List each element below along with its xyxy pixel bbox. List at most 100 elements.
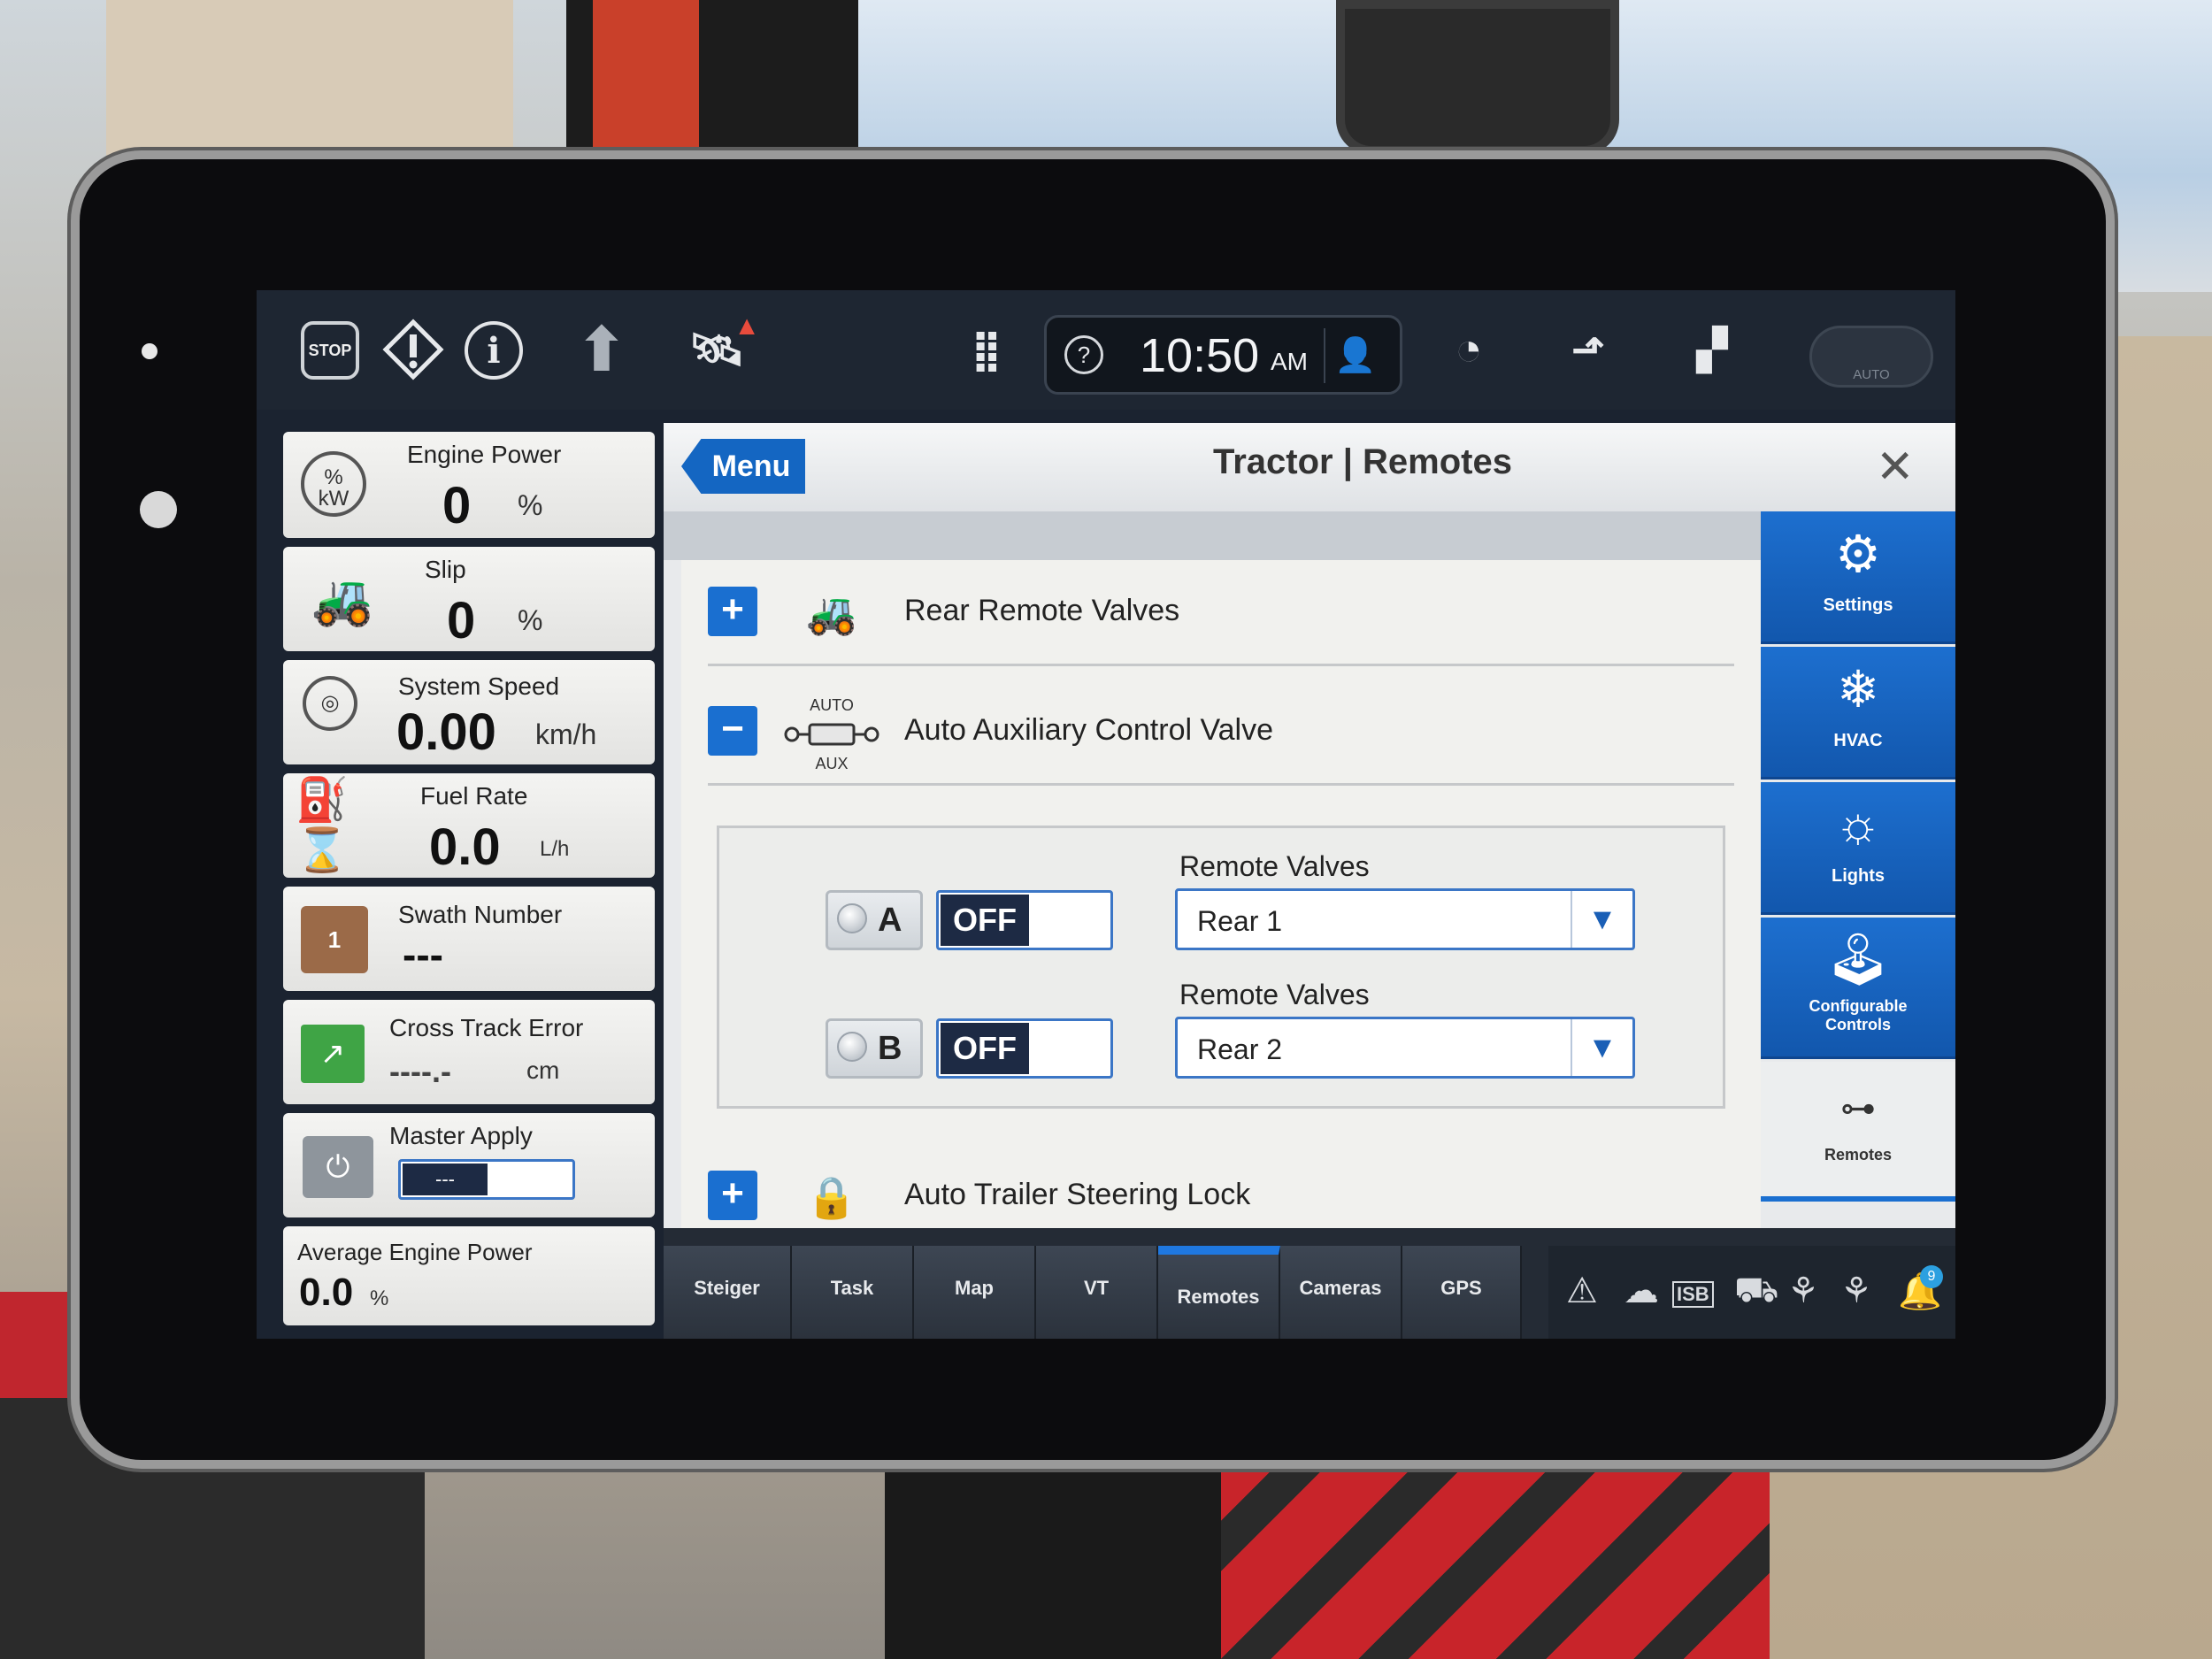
row-rear-remote-valves: + 🚜 Rear Remote Valves bbox=[708, 560, 1734, 666]
valve-letter: B bbox=[878, 1030, 902, 1067]
expand-button[interactable]: + bbox=[708, 1171, 757, 1220]
valve-a-toggle[interactable]: OFF bbox=[936, 890, 1113, 950]
widget-system-speed[interactable]: ◎ System Speed 0.00 km/h bbox=[283, 660, 655, 764]
trailer-lock-icon: 🔒 bbox=[806, 1174, 857, 1220]
widget-title: Fuel Rate bbox=[420, 782, 528, 810]
sidenav-label: Remotes bbox=[1824, 1146, 1893, 1164]
tab-steiger[interactable]: Steiger bbox=[664, 1246, 792, 1339]
help-icon[interactable]: ? bbox=[1064, 335, 1103, 374]
chevron-down-icon: ▼ bbox=[1571, 1019, 1632, 1076]
turn-sequence-icon[interactable]: ⬏ bbox=[1548, 319, 1628, 380]
tab-remotes[interactable]: Remotes bbox=[1158, 1246, 1280, 1339]
valve-letter: A bbox=[878, 902, 902, 939]
row-label: Rear Remote Valves bbox=[904, 594, 1180, 627]
sidenav-label: Configurable Controls bbox=[1809, 997, 1908, 1033]
master-apply-toggle[interactable]: --- bbox=[398, 1159, 575, 1200]
valve-b-indicator: B bbox=[826, 1018, 923, 1079]
master-apply-icon: ⏻ bbox=[303, 1136, 373, 1198]
isobus-icon[interactable]: ISB bbox=[1672, 1281, 1714, 1308]
section-control-icon[interactable]: ⚘ bbox=[1787, 1271, 1819, 1311]
close-icon[interactable]: ✕ bbox=[1876, 441, 1915, 494]
widget-title: Average Engine Power bbox=[297, 1239, 533, 1265]
selected-value: Rear 1 bbox=[1197, 905, 1283, 937]
tab-gps[interactable]: GPS bbox=[1402, 1246, 1522, 1339]
widget-average-engine-power[interactable]: Average Engine Power 0.0 % bbox=[283, 1226, 655, 1325]
widget-unit: % bbox=[370, 1286, 389, 1310]
run-screen-widgets: % kW Engine Power 0 % 🚜 Slip 0 % ◎ Syste… bbox=[283, 432, 655, 1325]
auto-steer-button[interactable]: AUTO bbox=[1809, 326, 1933, 388]
sidenav-remotes[interactable]: ⊶ Remotes bbox=[1761, 1062, 1955, 1202]
cross-track-icon: ↗ bbox=[301, 1025, 365, 1083]
warning-diamond-icon[interactable] bbox=[380, 319, 446, 380]
widget-engine-power[interactable]: % kW Engine Power 0 % bbox=[283, 432, 655, 538]
widget-swath-number[interactable]: 1 Swath Number --- bbox=[283, 887, 655, 991]
hvac-icon: ❄ bbox=[1836, 661, 1880, 718]
widget-value: 0.0 bbox=[299, 1271, 354, 1314]
row-auto-aux-control-valve: − AUTO AUX Auto Auxiliary Control Valve bbox=[708, 680, 1734, 786]
widget-cross-track-error[interactable]: ↗ Cross Track Error ----.- cm bbox=[283, 1000, 655, 1104]
remote-valves-select-b[interactable]: Rear 2 ▼ bbox=[1175, 1017, 1635, 1079]
widget-value: 0.00 bbox=[396, 703, 496, 761]
sidenav-hvac[interactable]: ❄ HVAC bbox=[1761, 647, 1955, 780]
auto-aux-top-label: AUTO bbox=[810, 696, 854, 714]
widget-title: Swath Number bbox=[398, 901, 563, 928]
cylinder-icon bbox=[784, 723, 879, 746]
widget-title: Engine Power bbox=[407, 441, 562, 468]
tractor-slip-icon: 🚜 bbox=[311, 572, 373, 627]
tab-cameras[interactable]: Cameras bbox=[1280, 1246, 1402, 1339]
auto-steer-label: AUTO bbox=[1853, 367, 1890, 382]
panel-header: Menu Tractor | Remotes ✕ bbox=[664, 423, 1955, 511]
widget-title: Master Apply bbox=[389, 1122, 533, 1149]
top-status-bar: STOP i ⬆ 🛰 ▲ ⣿ ? 10:50 AM 👤 ◔ ⬏ ▞ AUTO bbox=[257, 290, 1955, 410]
background-banner bbox=[566, 0, 858, 159]
remote-valves-select-a[interactable]: Rear 1 ▼ bbox=[1175, 888, 1635, 950]
menu-button[interactable]: Menu bbox=[681, 439, 805, 494]
panel-title: Tractor | Remotes bbox=[1213, 442, 1512, 481]
light-sensor bbox=[142, 343, 157, 359]
satellite-icon[interactable]: 🛰 ▲ bbox=[677, 311, 760, 380]
tab-vt[interactable]: VT bbox=[1036, 1246, 1158, 1339]
sidenav-settings[interactable]: ⚙ Settings bbox=[1761, 511, 1955, 644]
row-label: Auto Auxiliary Control Valve bbox=[904, 713, 1274, 747]
background-mirror bbox=[1336, 0, 1619, 155]
status-icon-tray: ⚠ ☁ ISB ⛟ ⚘ ⚘ 🔔 9 bbox=[1548, 1246, 1955, 1339]
apps-grid-icon[interactable]: ⣿ bbox=[956, 319, 1018, 380]
sidenav-label: Settings bbox=[1823, 595, 1893, 615]
camera-lens bbox=[140, 491, 177, 528]
fuel-hourglass-icon: ⛽⌛ bbox=[296, 777, 349, 874]
user-icon[interactable]: 👤 bbox=[1324, 328, 1386, 383]
sidenav-lights[interactable]: ☼ Lights bbox=[1761, 782, 1955, 915]
sidenav-configurable-controls[interactable]: 🕹 Configurable Controls bbox=[1761, 918, 1955, 1059]
field-status-icon[interactable]: ☁ bbox=[1624, 1271, 1659, 1311]
gauge-icon[interactable]: ◔ bbox=[1433, 319, 1504, 380]
widget-value: 0.0 bbox=[429, 818, 501, 876]
remotes-panel: Menu Tractor | Remotes ✕ + 🚜 Rear Remote… bbox=[664, 423, 1955, 1317]
indicator-light-icon bbox=[837, 1032, 867, 1062]
tab-task[interactable]: Task bbox=[792, 1246, 914, 1339]
collapse-button[interactable]: − bbox=[708, 706, 757, 756]
info-icon[interactable]: i bbox=[465, 321, 523, 380]
implement-icon[interactable]: ⛟ bbox=[1734, 1271, 1778, 1315]
warning-triangle-icon[interactable]: ⚠ bbox=[1566, 1271, 1598, 1311]
swath-icon: 1 bbox=[301, 906, 368, 973]
widget-fuel-rate[interactable]: ⛽⌛ Fuel Rate 0.0 L/h bbox=[283, 773, 655, 878]
master-apply-state: --- bbox=[403, 1164, 488, 1195]
valve-b-toggle[interactable]: OFF bbox=[936, 1018, 1113, 1079]
widget-unit: L/h bbox=[540, 837, 570, 861]
satellite-alert-icon: ▲ bbox=[733, 311, 760, 341]
widget-master-apply[interactable]: ⏻ Master Apply --- bbox=[283, 1113, 655, 1217]
joystick-icon: 🕹 bbox=[1825, 931, 1891, 988]
up-arrow-icon[interactable]: ⬆ bbox=[571, 315, 633, 384]
chevron-down-icon: ▼ bbox=[1571, 891, 1632, 948]
auto-aux-icon: AUTO AUX bbox=[779, 696, 885, 772]
expand-button[interactable]: + bbox=[708, 587, 757, 636]
remotes-content: + 🚜 Rear Remote Valves − AUTO AUX Auto A… bbox=[681, 560, 1761, 1294]
widget-unit: km/h bbox=[535, 718, 597, 750]
widget-slip[interactable]: 🚜 Slip 0 % bbox=[283, 547, 655, 651]
field-icon[interactable]: ▞ bbox=[1672, 319, 1752, 380]
rate-control-icon[interactable]: ⚘ bbox=[1840, 1271, 1872, 1311]
tab-map[interactable]: Map bbox=[914, 1246, 1036, 1339]
sidenav-label: HVAC bbox=[1833, 731, 1883, 750]
toggle-state: OFF bbox=[941, 895, 1029, 946]
stop-icon[interactable]: STOP bbox=[301, 321, 359, 380]
